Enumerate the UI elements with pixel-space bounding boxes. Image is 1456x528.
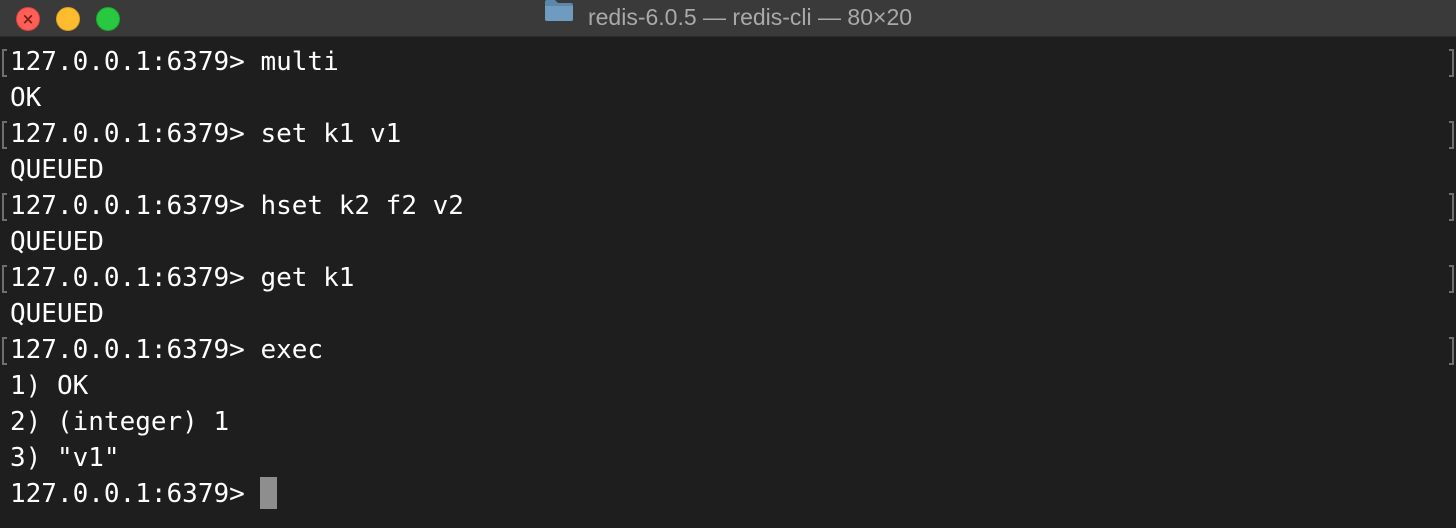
prompt-mark-right bbox=[1449, 121, 1454, 149]
prompt: 127.0.0.1:6379> bbox=[10, 479, 261, 509]
prompt-mark-right bbox=[1449, 265, 1454, 293]
terminal-line: 127.0.0.1:6379> get k1 bbox=[10, 263, 355, 293]
prompt-mark-left bbox=[2, 193, 7, 221]
terminal-line: 2) (integer) 1 bbox=[10, 407, 230, 437]
terminal-line: 1) OK bbox=[10, 371, 89, 401]
terminal-window: × redis-6.0.5 — redis-cli — 80×20 127.0.… bbox=[0, 0, 1456, 528]
prompt-mark-right bbox=[1449, 337, 1454, 365]
terminal-line: QUEUED bbox=[10, 155, 104, 185]
terminal-line: OK bbox=[10, 83, 42, 113]
terminal-line: 127.0.0.1:6379> set k1 v1 bbox=[10, 119, 402, 149]
terminal-line: 127.0.0.1:6379> exec bbox=[10, 335, 324, 365]
prompt-mark-right bbox=[1449, 193, 1454, 221]
prompt-mark-left bbox=[2, 265, 7, 293]
terminal-line: QUEUED bbox=[10, 299, 104, 329]
terminal-line: 127.0.0.1:6379> hset k2 f2 v2 bbox=[10, 191, 464, 221]
window-title: redis-6.0.5 — redis-cli — 80×20 bbox=[587, 3, 913, 30]
folder-icon bbox=[544, 0, 574, 36]
terminal-output[interactable]: 127.0.0.1:6379> multi OK 127.0.0.1:6379>… bbox=[0, 40, 1456, 528]
prompt-mark-left bbox=[2, 121, 7, 149]
window-title-group: redis-6.0.5 — redis-cli — 80×20 bbox=[0, 0, 1456, 37]
prompt-mark-left bbox=[2, 49, 7, 77]
title-bar[interactable]: × redis-6.0.5 — redis-cli — 80×20 bbox=[0, 0, 1456, 37]
current-prompt-line[interactable]: 127.0.0.1:6379> bbox=[10, 476, 278, 512]
terminal-line: 3) "v1" bbox=[10, 443, 120, 473]
prompt-mark-left bbox=[2, 337, 7, 365]
terminal-line: 127.0.0.1:6379> multi bbox=[10, 47, 339, 77]
text-cursor bbox=[260, 476, 278, 509]
prompt-mark-right bbox=[1449, 49, 1454, 77]
terminal-line: QUEUED bbox=[10, 227, 104, 257]
